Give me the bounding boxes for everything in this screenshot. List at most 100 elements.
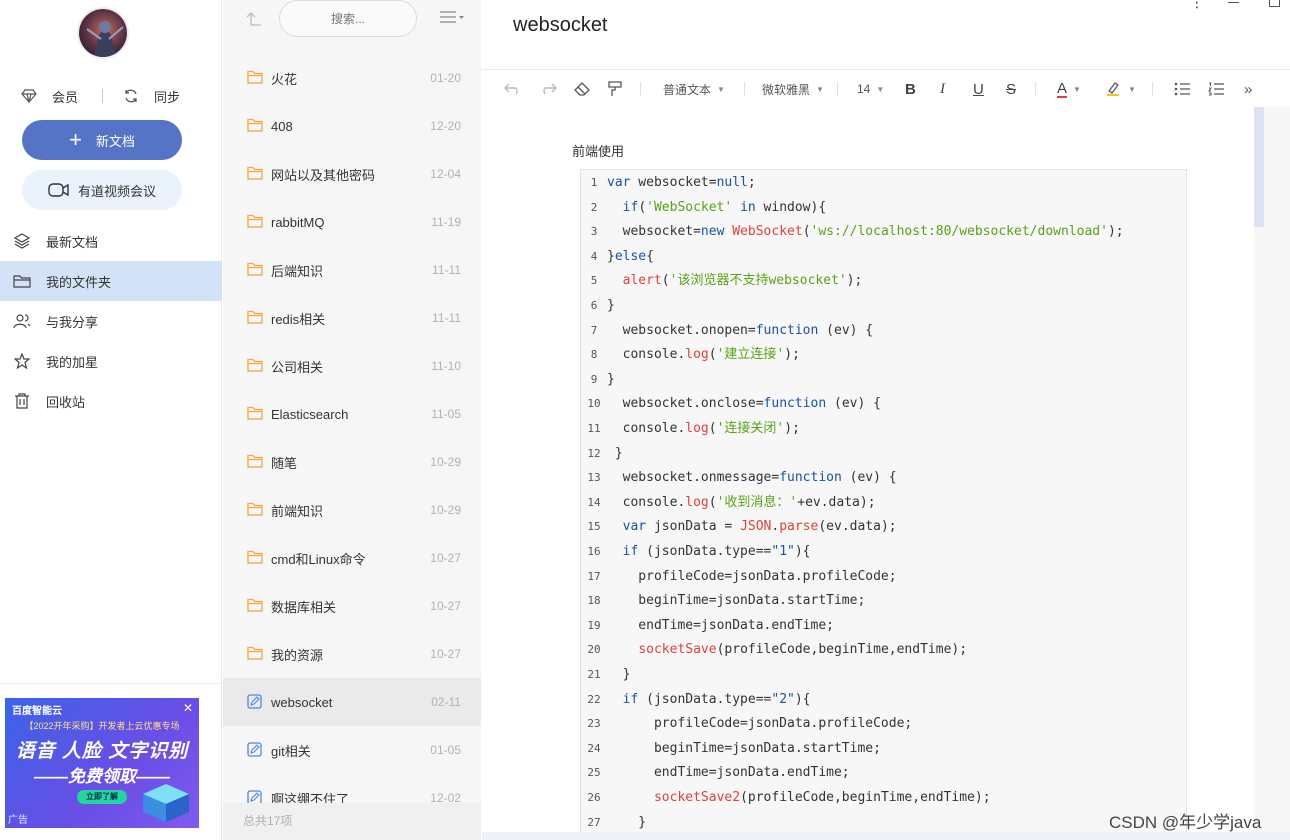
underline-button[interactable]: U — [973, 70, 984, 108]
ad-headline: 语音 人脸 文字识别 — [15, 741, 189, 762]
new-document-button[interactable]: + 新文档 — [22, 120, 182, 160]
code-token: log — [685, 421, 709, 436]
editor-toolbar: 普通文本 ▼ 微软雅黑 ▼ 14 ▼ B I U S A ▼ ▼ » — [482, 69, 1290, 107]
editor-content-area: 前端使用 1 var websocket=null; 2 if('WebSocket… — [482, 107, 1290, 840]
avatar[interactable] — [77, 7, 129, 59]
folder-row[interactable]: rabbitMQ 11-19 — [223, 198, 481, 246]
sync-label[interactable]: 同步 — [154, 87, 180, 106]
divider — [102, 89, 104, 103]
folder-row[interactable]: redis相关 11-11 — [223, 294, 481, 342]
code-line: 18 beginTime=jsonData.startTime; — [581, 589, 865, 613]
chevron-down-icon: ▼ — [1128, 84, 1136, 94]
line-number: 25 — [587, 766, 601, 780]
paragraph-style-value: 普通文本 — [663, 82, 712, 97]
divider — [640, 82, 641, 96]
code-token: var — [607, 175, 631, 190]
sidebar-item-starred[interactable]: 我的加星 — [0, 341, 222, 381]
vertical-scrollbar[interactable] — [1254, 107, 1264, 227]
minimize-icon[interactable] — [1228, 2, 1239, 3]
more-options-icon[interactable]: ⋮ — [1190, 0, 1204, 11]
document-page[interactable]: 前端使用 1 var websocket=null; 2 if('WebSocket… — [482, 107, 1254, 840]
sort-menu-icon[interactable] — [439, 10, 465, 28]
folder-row[interactable]: 408 12-20 — [223, 102, 481, 150]
folder-row[interactable]: Elasticsearch 11-05 — [223, 390, 481, 438]
advertisement-banner[interactable]: 百度智能云 ✕ 【2022开年采购】开发者上云优惠专场 语音 人脸 文字识别 —… — [5, 698, 199, 828]
code-token: ( — [661, 273, 670, 289]
code-line: 2 if('WebSocket' in window){ — [581, 196, 826, 220]
code-token: '连接关闭' — [716, 421, 785, 436]
font-size-dropdown[interactable]: 14 ▼ — [857, 70, 884, 108]
code-token: else — [614, 248, 647, 264]
up-level-icon[interactable] — [245, 9, 265, 29]
folder-row[interactable]: 火花 01-20 — [223, 54, 481, 102]
item-name: 火花 — [271, 71, 298, 87]
font-family-dropdown[interactable]: 微软雅黑 ▼ — [762, 70, 824, 108]
code-token: "1" — [771, 544, 795, 559]
line-number: 20 — [587, 643, 601, 657]
item-name: 公司相关 — [271, 359, 324, 375]
sidebar-nav: 最新文档 我的文件夹 与我分享 我的加星 回收站 — [0, 221, 222, 421]
format-painter-icon[interactable] — [608, 70, 622, 108]
code-line: 25 endTime=jsonData.endTime; — [581, 761, 849, 785]
line-number: 5 — [590, 274, 598, 288]
sync-icon[interactable] — [122, 87, 140, 105]
item-date: 11-11 — [432, 311, 461, 325]
code-token: log — [685, 494, 709, 510]
folder-row[interactable]: 后端知识 11-11 — [223, 246, 481, 294]
sidebar-item-shared[interactable]: 与我分享 — [0, 301, 222, 341]
sidebar-item-my-folders[interactable]: 我的文件夹 — [0, 261, 222, 301]
font-color-dropdown[interactable]: A ▼ — [1057, 70, 1081, 108]
code-token: ( — [802, 224, 811, 240]
code-token: JSON — [740, 519, 772, 535]
code-token: jsonData = — [646, 519, 741, 535]
item-name: 我的资源 — [271, 647, 324, 663]
code-line: 4}else{ — [581, 245, 654, 269]
italic-button[interactable]: I — [940, 70, 945, 108]
more-tools-icon[interactable]: » — [1244, 70, 1252, 108]
line-number: 2 — [590, 200, 598, 214]
undo-icon[interactable] — [504, 70, 522, 108]
folder-row[interactable]: 我的资源 10-27 — [223, 630, 481, 678]
maximize-icon[interactable] — [1269, 0, 1280, 7]
redo-icon[interactable] — [539, 70, 557, 108]
star-icon — [13, 352, 31, 370]
code-token: "2" — [771, 691, 795, 707]
close-icon[interactable]: ✕ — [183, 702, 193, 714]
search-input[interactable] — [279, 0, 417, 37]
video-meeting-button[interactable]: 有道视频会议 — [22, 170, 182, 210]
paragraph-style-dropdown[interactable]: 普通文本 ▼ — [663, 70, 725, 108]
note-row[interactable]: websocket 02-11 — [223, 678, 481, 726]
item-date: 10-27 — [430, 599, 461, 613]
code-token: profileCode=jsonData.profileCode; — [607, 568, 897, 584]
bulleted-list-icon[interactable] — [1174, 70, 1190, 108]
strikethrough-button[interactable]: S — [1006, 70, 1016, 108]
item-date: 10-27 — [430, 551, 461, 565]
highlighter-icon — [1106, 80, 1122, 99]
folder-row[interactable]: 网站以及其他密码 12-04 — [223, 150, 481, 198]
ad-learn-more-button[interactable]: 立即了解 — [77, 790, 127, 804]
eraser-icon[interactable] — [574, 70, 590, 108]
sidebar-item-trash[interactable]: 回收站 — [0, 381, 222, 421]
bold-button[interactable]: B — [905, 70, 916, 108]
code-token: (profileCode,beginTime,endTime); — [716, 642, 968, 658]
vip-label[interactable]: 会员 — [52, 87, 78, 106]
folder-row[interactable]: 随笔 10-29 — [223, 438, 481, 486]
sidebar-item-label: 与我分享 — [46, 314, 99, 330]
numbered-list-icon[interactable] — [1208, 70, 1224, 108]
line-number: 27 — [587, 815, 601, 829]
document-title[interactable]: websocket — [513, 14, 608, 37]
code-token: 'WebSocket' — [646, 199, 733, 215]
note-row[interactable]: git相关 01-05 — [223, 726, 481, 774]
item-name: redis相关 — [271, 311, 326, 327]
code-block[interactable]: 1 var websocket=null; 2 if('WebSocket' in … — [580, 169, 1187, 840]
code-line: 1 var websocket=null; — [581, 171, 756, 195]
folder-row[interactable]: 公司相关 11-10 — [223, 342, 481, 390]
folder-row[interactable]: cmd和Linux命令 10-27 — [223, 534, 481, 582]
folder-row[interactable]: 数据库相关 10-27 — [223, 582, 481, 630]
highlight-dropdown[interactable]: ▼ — [1106, 70, 1136, 108]
line-number: 18 — [587, 594, 601, 608]
diamond-icon[interactable] — [20, 87, 38, 105]
sidebar-item-recent[interactable]: 最新文档 — [0, 221, 222, 261]
folder-row[interactable]: 前端知识 10-29 — [223, 486, 481, 534]
